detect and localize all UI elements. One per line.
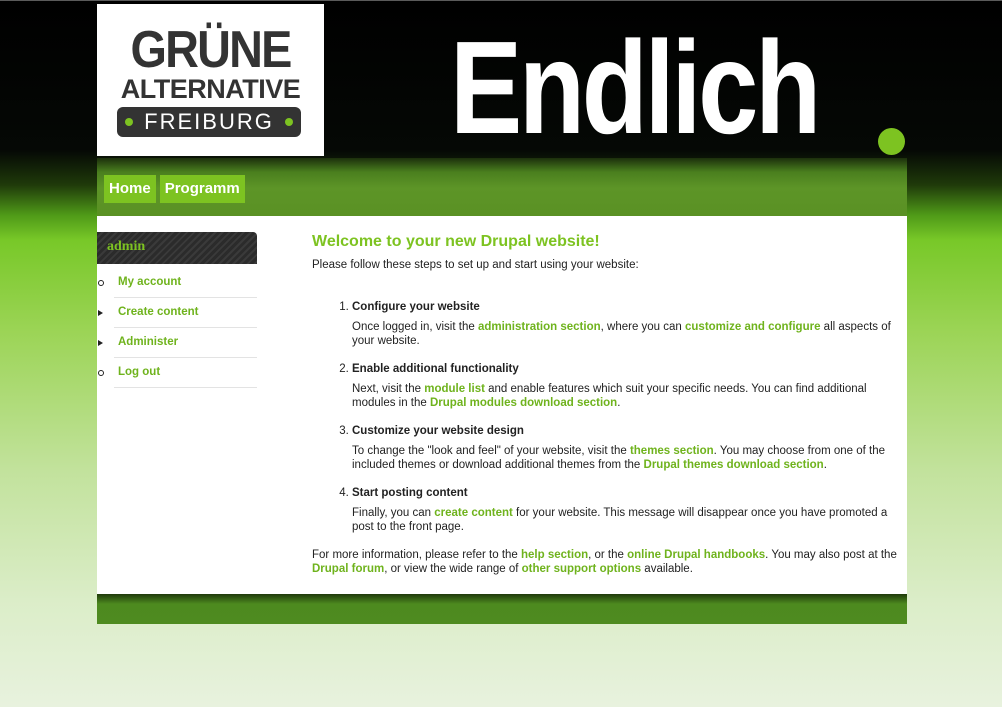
module-list-link[interactable]: module list <box>424 383 485 395</box>
logo-text-gruene: GRÜNE <box>130 21 292 79</box>
themes-section-link[interactable]: themes section <box>630 445 714 457</box>
logo-badge: FREIBURG <box>117 107 301 137</box>
step-title: Customize your website design <box>352 425 524 437</box>
logo-text-freiburg: FREIBURG <box>144 109 274 134</box>
step-description: To change the "look and feel" of your we… <box>352 445 886 471</box>
step-description: Next, visit the module list and enable f… <box>352 383 867 409</box>
step-title: Configure your website <box>352 301 480 313</box>
administer-link[interactable]: Administer <box>118 336 178 348</box>
primary-nav: Home Programm <box>104 175 245 203</box>
footer-bar <box>97 594 907 624</box>
log-out-link[interactable]: Log out <box>118 366 160 378</box>
drupal-forum-link[interactable]: Drupal forum <box>312 563 384 575</box>
site-logo[interactable]: GRÜNE ALTERNATIVE FREIBURG <box>97 4 324 156</box>
sidebar-item-administer: Administer <box>98 328 257 358</box>
setup-step: Enable additional functionality Next, vi… <box>352 362 897 410</box>
more-info-text: For more information, please refer to th… <box>312 549 897 575</box>
create-content-inline-link[interactable]: create content <box>434 507 513 519</box>
collapsed-arrow-icon[interactable] <box>98 340 103 346</box>
circle-bullet-icon <box>98 280 104 286</box>
logo-dot-left <box>125 118 133 126</box>
themes-download-link[interactable]: Drupal themes download section <box>644 459 824 471</box>
collapsed-arrow-icon[interactable] <box>98 310 103 316</box>
main-content: Welcome to your new Drupal website! Plea… <box>312 232 897 576</box>
intro-text: Please follow these steps to set up and … <box>312 259 639 271</box>
step-description: Once logged in, visit the administration… <box>352 321 891 347</box>
step-title: Enable additional functionality <box>352 363 519 375</box>
circle-bullet-icon <box>98 370 104 376</box>
administration-section-link[interactable]: administration section <box>478 321 601 333</box>
step-title: Start posting content <box>352 487 468 499</box>
setup-steps-list: Configure your website Once logged in, v… <box>312 300 897 534</box>
logo-text-alternative: ALTERNATIVE <box>120 74 301 104</box>
sidebar-menu: My account Create content Administer Log… <box>97 268 257 388</box>
my-account-link[interactable]: My account <box>118 276 181 288</box>
site-slogan: Endlich <box>450 14 821 161</box>
slogan-green-dot <box>878 128 905 155</box>
sidebar-item-log-out: Log out <box>98 358 257 388</box>
top-border <box>0 0 1002 1</box>
create-content-link[interactable]: Create content <box>118 306 199 318</box>
page-title: Welcome to your new Drupal website! <box>312 233 600 250</box>
help-section-link[interactable]: help section <box>521 549 588 561</box>
logo-dot-right <box>285 118 293 126</box>
setup-step: Start posting content Finally, you can c… <box>352 486 897 534</box>
support-options-link[interactable]: other support options <box>522 563 641 575</box>
nav-programm-link[interactable]: Programm <box>159 175 245 203</box>
sidebar-item-my-account: My account <box>98 268 257 298</box>
drupal-handbooks-link[interactable]: online Drupal handbooks <box>627 549 765 561</box>
setup-step: Configure your website Once logged in, v… <box>352 300 897 348</box>
modules-download-link[interactable]: Drupal modules download section <box>430 397 617 409</box>
sidebar-block-title: admin <box>107 239 146 254</box>
sidebar-block-header: admin <box>97 232 257 264</box>
nav-home-link[interactable]: Home <box>104 175 156 203</box>
setup-step: Customize your website design To change … <box>352 424 897 472</box>
customize-configure-link[interactable]: customize and configure <box>685 321 820 333</box>
sidebar-item-create-content: Create content <box>98 298 257 328</box>
step-description: Finally, you can create content for your… <box>352 507 888 533</box>
